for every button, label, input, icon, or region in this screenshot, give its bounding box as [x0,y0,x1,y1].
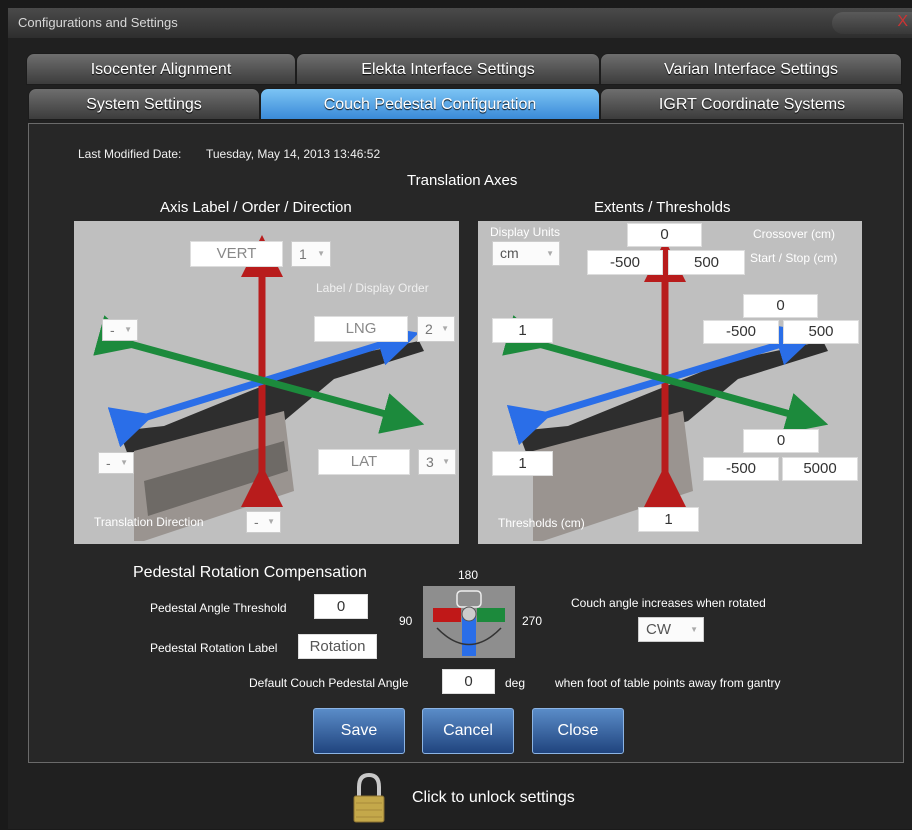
settings-window: Configurations and Settings X Isocenter … [8,8,912,829]
pedestal-rotation-title: Pedestal Rotation Compensation [133,564,367,581]
couch-rotation-icon [433,590,505,656]
angle-90-label: 90 [399,614,413,628]
lat-direction-dropdown[interactable]: - ▼ [98,452,134,474]
unlock-settings-text[interactable]: Click to unlock settings [412,789,575,807]
lng-direction-dropdown[interactable]: - ▼ [102,319,138,341]
tab-couch-pedestal-configuration[interactable]: Couch Pedestal Configuration [260,88,600,120]
lat-stop-field[interactable]: 5000 [782,457,858,481]
vert-order-value: 1 [299,246,307,262]
pedestal-angle-threshold-label: Pedestal Angle Threshold [150,601,287,615]
dropdown-arrow-icon: ▼ [120,458,128,467]
crossover-label: Crossover (cm) [753,227,836,241]
vert-crossover-field[interactable]: 0 [627,223,702,247]
couch-axes-illustration [93,235,425,541]
translation-axes-title: Translation Axes [407,172,518,189]
translation-direction-dropdown[interactable]: - ▼ [246,511,281,533]
couch-rotation-diagram [423,586,515,658]
tab-isocenter-alignment[interactable]: Isocenter Alignment [26,53,296,85]
dropdown-arrow-icon: ▼ [124,325,132,334]
lng-order-value: 2 [425,321,433,337]
lng-label-field[interactable]: LNG [314,316,408,342]
lat-order-dropdown[interactable]: 3 ▼ [418,449,456,475]
lng-direction-value: - [110,322,115,338]
vert-label-field[interactable]: VERT [190,241,283,267]
display-units-value: cm [500,245,519,261]
angle-270-label: 270 [522,614,543,628]
lat-start-field[interactable]: -500 [703,457,779,481]
tab-varian-interface-settings[interactable]: Varian Interface Settings [600,53,902,85]
default-angle-note: when foot of table points away from gant… [555,676,781,690]
pedestal-rotation-label-field[interactable]: Rotation [298,634,377,659]
unlock-settings-button[interactable] [351,772,387,825]
couch-pedestal-panel: Last Modified Date: Tuesday, May 14, 201… [28,123,904,763]
translation-direction-value: - [254,514,259,530]
close-button[interactable]: Close [532,708,624,754]
default-angle-field[interactable]: 0 [442,669,495,694]
extents-thresholds-title: Extents / Thresholds [594,199,731,216]
cancel-button[interactable]: Cancel [422,708,514,754]
pedestal-rotation-label-label: Pedestal Rotation Label [150,641,278,655]
last-modified-label: Last Modified Date: [78,147,182,161]
dropdown-arrow-icon: ▼ [267,517,275,526]
couch-angle-increases-label: Couch angle increases when rotated [571,596,766,610]
save-button[interactable]: Save [313,708,405,754]
last-modified-value: Tuesday, May 14, 2013 13:46:52 [206,147,381,161]
thresholds-label: Thresholds (cm) [498,516,585,530]
lock-icon[interactable] [351,772,387,825]
vert-stop-field[interactable]: 500 [668,250,745,275]
start-stop-label: Start / Stop (cm) [750,251,838,265]
lng-start-field[interactable]: -500 [703,320,779,344]
axis-diagram-left: VERT 1 ▼ Label / Display Order - ▼ LNG 2 ▼ … [74,221,459,544]
lat-threshold-field[interactable]: 1 [492,451,553,476]
angle-180-label: 180 [458,568,479,582]
lat-order-value: 3 [426,454,434,470]
label-display-order-label: Label / Display Order [316,281,429,295]
vert-start-field[interactable]: -500 [587,250,663,275]
dropdown-arrow-icon: ▼ [317,249,325,258]
dropdown-arrow-icon: ▼ [546,249,554,258]
vert-order-dropdown[interactable]: 1 ▼ [291,241,331,267]
lng-threshold-field[interactable]: 1 [492,318,553,343]
display-units-dropdown[interactable]: cm ▼ [492,241,560,266]
dropdown-arrow-icon: ▼ [441,324,449,333]
lng-stop-field[interactable]: 500 [783,320,859,344]
lat-crossover-field[interactable]: 0 [743,429,819,453]
tab-system-settings[interactable]: System Settings [28,88,260,120]
pedestal-angle-threshold-field[interactable]: 0 [314,594,368,619]
axis-diagram-right: Display Units cm ▼ 0 Crossover (cm) -500 … [478,221,862,544]
dropdown-arrow-icon: ▼ [442,457,450,466]
translation-direction-label: Translation Direction [94,515,204,529]
window-title: Configurations and Settings [18,15,178,30]
axis-label-order-direction-title: Axis Label / Order / Direction [160,199,352,216]
lat-direction-value: - [106,455,111,471]
tab-elekta-interface-settings[interactable]: Elekta Interface Settings [296,53,600,85]
vert-threshold-field[interactable]: 1 [638,507,699,532]
display-units-label: Display Units [490,225,561,239]
lng-crossover-field[interactable]: 0 [743,294,818,318]
dropdown-arrow-icon: ▼ [690,625,698,634]
lng-order-dropdown[interactable]: 2 ▼ [417,316,455,342]
default-angle-label: Default Couch Pedestal Angle [249,676,409,690]
window-close-button[interactable]: X [832,12,912,34]
couch-angle-direction-value: CW [646,621,671,638]
tab-igrt-coordinate-systems[interactable]: IGRT Coordinate Systems [600,88,904,120]
close-icon[interactable]: X [897,13,908,31]
default-angle-unit: deg [505,676,526,690]
title-bar: Configurations and Settings X [8,8,912,38]
couch-angle-direction-dropdown[interactable]: CW ▼ [638,617,704,642]
lat-label-field[interactable]: LAT [318,449,410,475]
